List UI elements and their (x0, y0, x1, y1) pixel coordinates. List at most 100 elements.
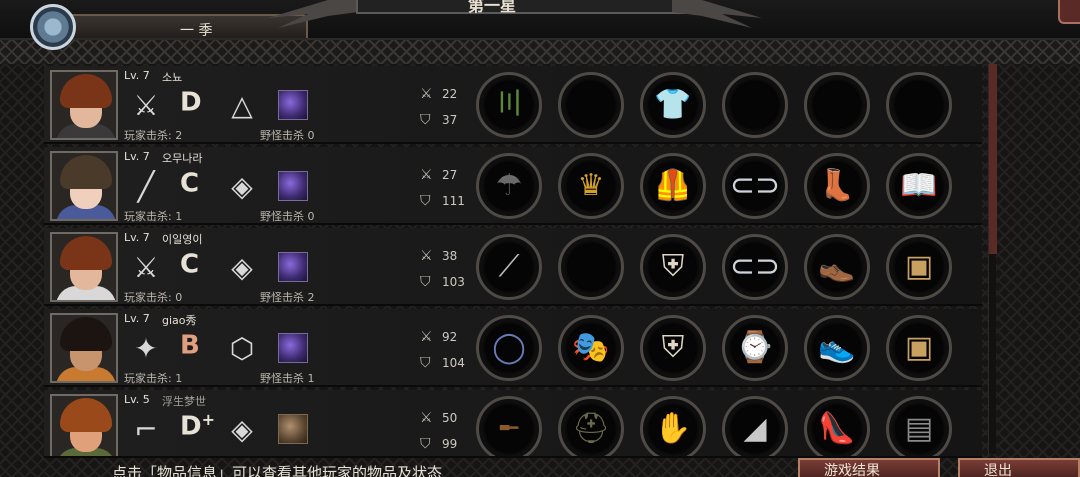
equipment-slot[interactable]: 🎭 (558, 315, 624, 381)
needles-icon: ⟋ (498, 249, 520, 284)
player-level: Lv. 7 (124, 231, 150, 244)
attack-value: 92 (442, 330, 458, 344)
equipment-slot[interactable]: ⛑ (558, 396, 624, 456)
player-name: giao秀 (162, 314, 197, 327)
weapon-grade: D (180, 87, 202, 118)
attack-value: 38 (442, 249, 458, 263)
shoes-icon: 👞 (818, 249, 856, 284)
player-row[interactable]: Lv. 7 오무나라 ╱ C ◈ 玩家击杀: 1 野怪击杀 0 ⚔ 27 ⛉ 1… (44, 147, 982, 225)
scrollbar-thumb[interactable] (989, 64, 997, 254)
attack-icon: ⚔ (420, 410, 433, 426)
gloves-icon: ✋ (654, 411, 692, 446)
diamond-emblem-icon: ◈ (231, 413, 253, 446)
equipment-slot[interactable]: ⛨ (640, 234, 706, 300)
attack-value: 22 (442, 87, 458, 101)
equipment-slot[interactable]: 〣 (476, 72, 542, 138)
player-name: 오무나라 (162, 152, 203, 165)
watch-icon: ⌚ (736, 330, 774, 365)
equipment-slot[interactable]: ⊂⊃ (722, 234, 788, 300)
monster-kills: 野怪击杀 2 (260, 291, 315, 304)
season-label: 一 季 (180, 23, 213, 39)
weapon-grade: B (180, 330, 200, 361)
top-bar: 一 季 第一星 (0, 0, 1080, 50)
equipment-slot[interactable]: ▤ (886, 396, 952, 456)
defense-icon: ⛉ (420, 274, 431, 290)
triangle-emblem-icon: △ (231, 89, 253, 122)
equipment-slot[interactable]: ♛ (558, 153, 624, 219)
player-name: 浮生梦世 (162, 395, 206, 408)
game-result-button[interactable]: 游戏结果 (798, 458, 940, 477)
exit-button[interactable]: 退出 (958, 458, 1080, 477)
dual-swords-icon: ⚔ (133, 251, 159, 284)
defense-icon: ⛉ (420, 355, 431, 371)
arm-guards-icon: ⊂⊃ (729, 168, 781, 203)
equipment-slot[interactable]: ◢ (722, 396, 788, 456)
equipment-slot[interactable] (558, 72, 624, 138)
dual-swords-icon: ⚔ (133, 89, 159, 122)
corner-button[interactable] (1058, 0, 1080, 24)
monster-kills: 野怪击杀 0 (260, 129, 315, 142)
hint-text: 点击「物品信息」可以查看其他玩家的物品及状态 (112, 464, 443, 477)
equipment-slot[interactable]: ⛨ (640, 315, 706, 381)
equipment-slot[interactable]: 👠 (804, 396, 870, 456)
equipment-slot[interactable]: ✋ (640, 396, 706, 456)
equipment-slot[interactable]: ◯ (476, 315, 542, 381)
equipment-slot[interactable]: ▣ (886, 234, 952, 300)
page-title: 第一星 (468, 0, 517, 15)
equipment-slot[interactable] (886, 72, 952, 138)
ring-icon: ◯ (492, 330, 526, 365)
weapon-grade: C (180, 249, 200, 280)
umbrella-icon: ☂ (495, 168, 523, 203)
equipment-slot[interactable]: 📖 (886, 153, 952, 219)
diamond-emblem-icon: ◈ (231, 251, 253, 284)
player-name: 소뇨 (162, 71, 183, 84)
player-avatar[interactable] (50, 232, 118, 302)
boots-icon: 👢 (818, 168, 856, 203)
equipment-slot[interactable]: ⌚ (722, 315, 788, 381)
player-row[interactable]: Lv. 7 이일영이 ⚔ C ◈ 玩家击杀: 0 野怪击杀 2 ⚔ 38 ⛉ 1… (44, 228, 982, 306)
right-wing-ornament-icon (672, 0, 762, 28)
bamboo-icon: 〣 (494, 87, 524, 122)
rank-badge-icon (30, 4, 76, 50)
purple-crystal-skill-icon (278, 171, 308, 201)
bullets-skill-icon (278, 414, 308, 444)
left-wing-ornament-icon (268, 0, 358, 28)
equipment-slot[interactable]: 👢 (804, 153, 870, 219)
player-row[interactable]: Lv. 7 소뇨 ⚔ D △ 玩家击杀: 2 野怪击杀 0 ⚔ 22 ⛉ 37 … (44, 66, 982, 144)
defense-icon: ⛉ (420, 193, 431, 209)
equipment-slot[interactable]: 👟 (804, 315, 870, 381)
purple-crystal-skill-icon (278, 90, 308, 120)
player-kills: 玩家击杀: 1 (124, 372, 183, 385)
box-icon: ▣ (904, 249, 934, 284)
player-row[interactable]: Lv. 5 浮生梦世 ⌐ D+ ◈ ⚔ 50 ⛉ 99 ╾ ⛑ ✋ ◢ 👠 ▤ (44, 390, 982, 458)
equipment-slot[interactable] (558, 234, 624, 300)
player-avatar[interactable] (50, 151, 118, 221)
player-avatar[interactable] (50, 394, 118, 456)
equipment-slot[interactable] (804, 72, 870, 138)
defense-value: 111 (442, 194, 465, 208)
plate-icon: ▤ (904, 411, 934, 446)
equipment-slot[interactable]: ⟋ (476, 234, 542, 300)
defense-value: 103 (442, 275, 465, 289)
player-kills: 玩家击杀: 2 (124, 129, 183, 142)
player-row[interactable]: Lv. 7 giao秀 ✦ B ⬡ 玩家击杀: 1 野怪击杀 1 ⚔ 92 ⛉ … (44, 309, 982, 387)
shard-icon: ◢ (743, 411, 767, 446)
attack-icon: ⚔ (420, 86, 433, 102)
scrollbar[interactable] (988, 64, 997, 454)
equipment-slot[interactable] (722, 72, 788, 138)
equipment-slot[interactable]: 👞 (804, 234, 870, 300)
arm-guards-icon: ⊂⊃ (729, 249, 781, 284)
player-avatar[interactable] (50, 313, 118, 383)
equipment-slot[interactable]: ⊂⊃ (722, 153, 788, 219)
equipment-slot[interactable]: 👕 (640, 72, 706, 138)
purple-crystal-skill-icon (278, 333, 308, 363)
equipment-slot[interactable]: 🦺 (640, 153, 706, 219)
shirt-icon: 👕 (654, 87, 692, 122)
equipment-slot[interactable]: ☂ (476, 153, 542, 219)
equipment-slot[interactable]: ╾ (476, 396, 542, 456)
leather-vest-icon: 🦺 (654, 168, 692, 203)
player-avatar[interactable] (50, 70, 118, 140)
shuriken-icon: ✦ (134, 332, 158, 365)
diamond-emblem-icon: ◈ (231, 170, 253, 203)
equipment-slot[interactable]: ▣ (886, 315, 952, 381)
